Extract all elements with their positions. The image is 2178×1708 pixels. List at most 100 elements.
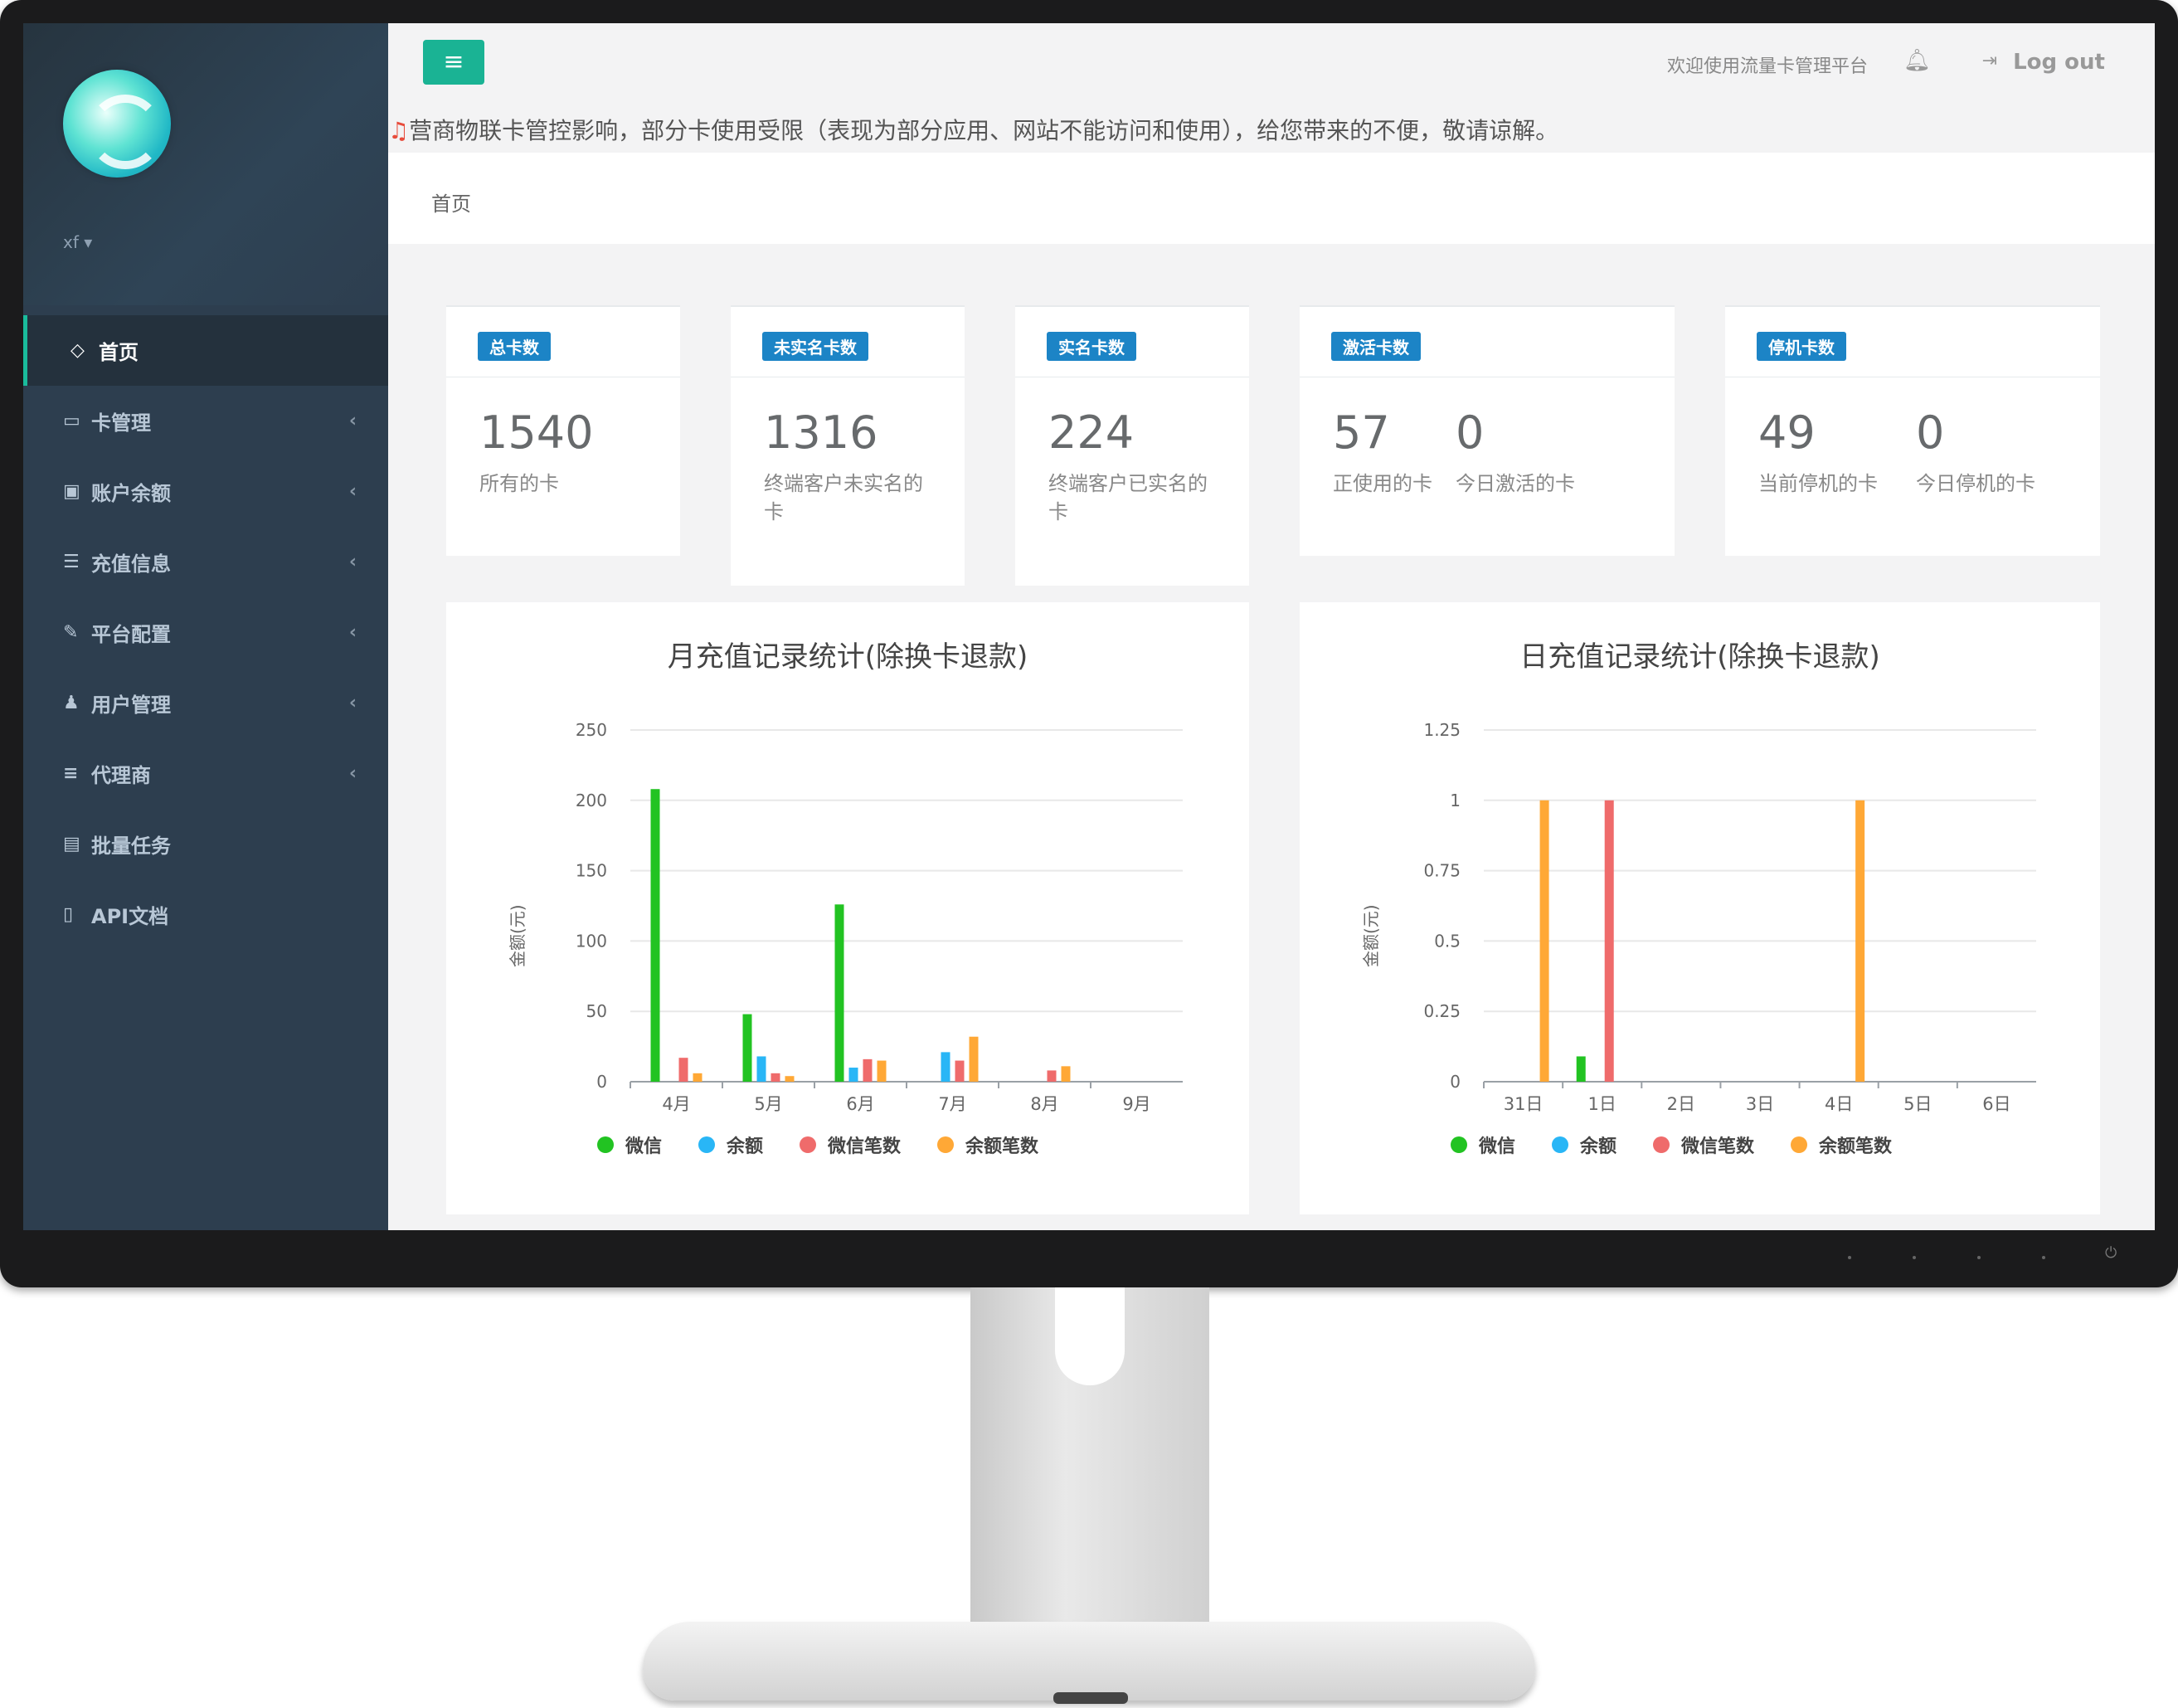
chevron-left-icon: ‹ — [348, 411, 357, 431]
y-tick-label: 0.25 — [1423, 1001, 1461, 1021]
sidebar-item-label: 首页 — [99, 341, 139, 364]
legend-label: 微信 — [1479, 1136, 1516, 1157]
legend-balance-count[interactable]: 余额笔数 — [937, 1131, 1038, 1158]
legend-balance[interactable]: 余额 — [698, 1131, 763, 1158]
bell-icon[interactable]: 🔔︎ — [1903, 48, 1931, 73]
activated-today-count: 0 — [1456, 406, 1485, 459]
bar-3[interactable] — [785, 1076, 795, 1082]
legend-label: 余额 — [1580, 1136, 1617, 1157]
legend-label: 余额笔数 — [1819, 1136, 1893, 1157]
sidebar-item-api-docs[interactable]: ▯ API文档 — [23, 879, 388, 950]
x-tick-label: 9月 — [1122, 1094, 1150, 1114]
toggle-sidebar-button[interactable]: ≡ — [423, 40, 484, 85]
sidebar: xf ▾ ◇ 首页 ▭ 卡管理 ‹ ▣ 账户余额 ‹ ☰ 充值信息 ‹ ✎ 平台… — [23, 23, 388, 1230]
legend-wechat[interactable]: 微信 — [1451, 1131, 1515, 1158]
bar-1[interactable] — [848, 1068, 858, 1082]
monitor-stand-hole — [1055, 1287, 1125, 1385]
sidebar-item-user-management[interactable]: ♟ 用户管理 ‹ — [23, 668, 388, 738]
card-header: 停机卡数 — [1725, 307, 2100, 377]
caret-down-icon: ▾ — [78, 232, 93, 252]
chevron-left-icon: ‹ — [348, 693, 357, 713]
daily-chart-panel: 日充值记录统计(除换卡退款) 金额(元) 0 0.25 0.5 0.75 1 1.25 31… — [1300, 602, 2100, 1214]
sidebar-item-home[interactable]: ◇ 首页 — [23, 315, 388, 386]
verified-count: 224 — [1048, 406, 1135, 459]
bar-1[interactable] — [941, 1052, 950, 1082]
list-icon: ☰ — [63, 552, 80, 572]
sidebar-item-agents[interactable]: ≡ 代理商 ‹ — [23, 738, 388, 809]
legend-dot — [698, 1136, 716, 1153]
bar-3[interactable] — [693, 1073, 703, 1082]
bar-3[interactable] — [969, 1036, 979, 1082]
bar-2[interactable] — [678, 1058, 688, 1082]
sidebar-item-account-balance[interactable]: ▣ 账户余额 ‹ — [23, 456, 388, 527]
alert-bell-icon: ♫ — [388, 117, 410, 144]
stat-card-stopped: 停机卡数 49 当前停机的卡 0 今日停机的卡 — [1725, 305, 2100, 556]
y-tick-label: 0.5 — [1434, 931, 1461, 951]
logo-swirl-icon — [88, 95, 163, 169]
x-tick-label: 6日 — [1982, 1094, 2010, 1114]
legend-wechat[interactable]: 微信 — [597, 1131, 662, 1158]
bar-0[interactable] — [650, 789, 660, 1082]
stopped-label: 当前停机的卡 — [1758, 472, 1878, 495]
bezel-button — [1913, 1256, 1916, 1259]
bar-3[interactable] — [1855, 800, 1865, 1082]
monitor-stand-base — [643, 1622, 1535, 1701]
bar-0[interactable] — [834, 904, 844, 1082]
sidebar-item-platform-config[interactable]: ✎ 平台配置 ‹ — [23, 597, 388, 668]
notice-text: 营商物联卡管控影响，部分卡使用受限（表现为部分应用、网站不能访问和使用），给您带… — [409, 117, 1559, 144]
bar-3[interactable] — [877, 1060, 887, 1082]
x-tick-label: 3日 — [1746, 1094, 1774, 1114]
bar-0[interactable] — [742, 1014, 752, 1082]
sidebar-item-card-management[interactable]: ▭ 卡管理 ‹ — [23, 386, 388, 456]
total-count: 1540 — [479, 406, 594, 459]
bar-3[interactable] — [1539, 800, 1549, 1082]
user-dropdown[interactable]: xf ▾ — [63, 232, 92, 252]
x-tick-label: 31日 — [1504, 1094, 1544, 1114]
legend-label: 微信笔数 — [1681, 1136, 1755, 1157]
legend-wechat-count[interactable]: 微信笔数 — [1653, 1131, 1754, 1158]
card-header: 未实名卡数 — [731, 307, 965, 377]
sidebar-item-label: 代理商 — [91, 764, 151, 787]
top-bar: ≡ 欢迎使用流量卡管理平台 🔔︎ ⇥ Log out ♫营商物联卡管控影响，部分… — [388, 23, 2155, 153]
total-label: 所有的卡 — [479, 472, 559, 495]
activated-today-label: 今日激活的卡 — [1456, 472, 1575, 495]
legend-dot — [1653, 1136, 1670, 1153]
legend-dot — [597, 1136, 614, 1153]
sidebar-item-batch-tasks[interactable]: ▤ 批量任务 — [23, 809, 388, 879]
x-tick-label: 7月 — [938, 1094, 966, 1114]
bar-0[interactable] — [1576, 1056, 1586, 1082]
badge-active: 激活卡数 — [1331, 332, 1421, 361]
stat-card-total: 总卡数 1540 所有的卡 — [446, 305, 680, 556]
monthly-chart: 0 50 100 150 200 250 4月 5月 6月 7月 8月 9月 — [576, 720, 1183, 1114]
legend-wechat-count[interactable]: 微信笔数 — [800, 1131, 901, 1158]
x-tick-label: 4月 — [662, 1094, 690, 1114]
stat-card-verified: 实名卡数 224 终端客户已实名的卡 — [1015, 305, 1249, 586]
bars-icon: ≡ — [63, 763, 79, 784]
bar-2[interactable] — [1604, 800, 1614, 1082]
sidebar-item-label: 平台配置 — [91, 623, 171, 646]
y-tick-label: 100 — [576, 931, 607, 951]
stopped-today-label: 今日停机的卡 — [1916, 472, 2035, 495]
stopped-count: 49 — [1758, 406, 1816, 459]
legend-balance-count[interactable]: 余额笔数 — [1791, 1131, 1892, 1158]
bar-3[interactable] — [1061, 1066, 1071, 1082]
unverified-label: 终端客户未实名的卡 — [764, 472, 923, 523]
bar-2[interactable] — [1047, 1070, 1057, 1082]
legend-label: 余额笔数 — [965, 1136, 1039, 1157]
notice-banner: ♫营商物联卡管控影响，部分卡使用受限（表现为部分应用、网站不能访问和使用），给您… — [388, 113, 1558, 146]
sign-out-icon[interactable]: ⇥ — [1982, 51, 1997, 71]
bar-2[interactable] — [863, 1058, 873, 1082]
sidebar-item-label: 充值信息 — [91, 552, 171, 576]
y-tick-label: 50 — [586, 1001, 607, 1021]
sidebar-item-recharge-info[interactable]: ☰ 充值信息 ‹ — [23, 527, 388, 597]
bar-2[interactable] — [955, 1060, 965, 1082]
money-icon: ▣ — [63, 481, 80, 502]
bar-2[interactable] — [771, 1073, 780, 1082]
legend-balance[interactable]: 余额 — [1552, 1131, 1616, 1158]
breadcrumb-home[interactable]: 首页 — [431, 187, 471, 217]
x-tick-label: 1日 — [1588, 1094, 1616, 1114]
bar-1[interactable] — [756, 1056, 766, 1082]
stopped-today-count: 0 — [1916, 406, 1945, 459]
logout-link[interactable]: Log out — [2013, 50, 2105, 75]
chevron-left-icon: ‹ — [348, 763, 357, 784]
